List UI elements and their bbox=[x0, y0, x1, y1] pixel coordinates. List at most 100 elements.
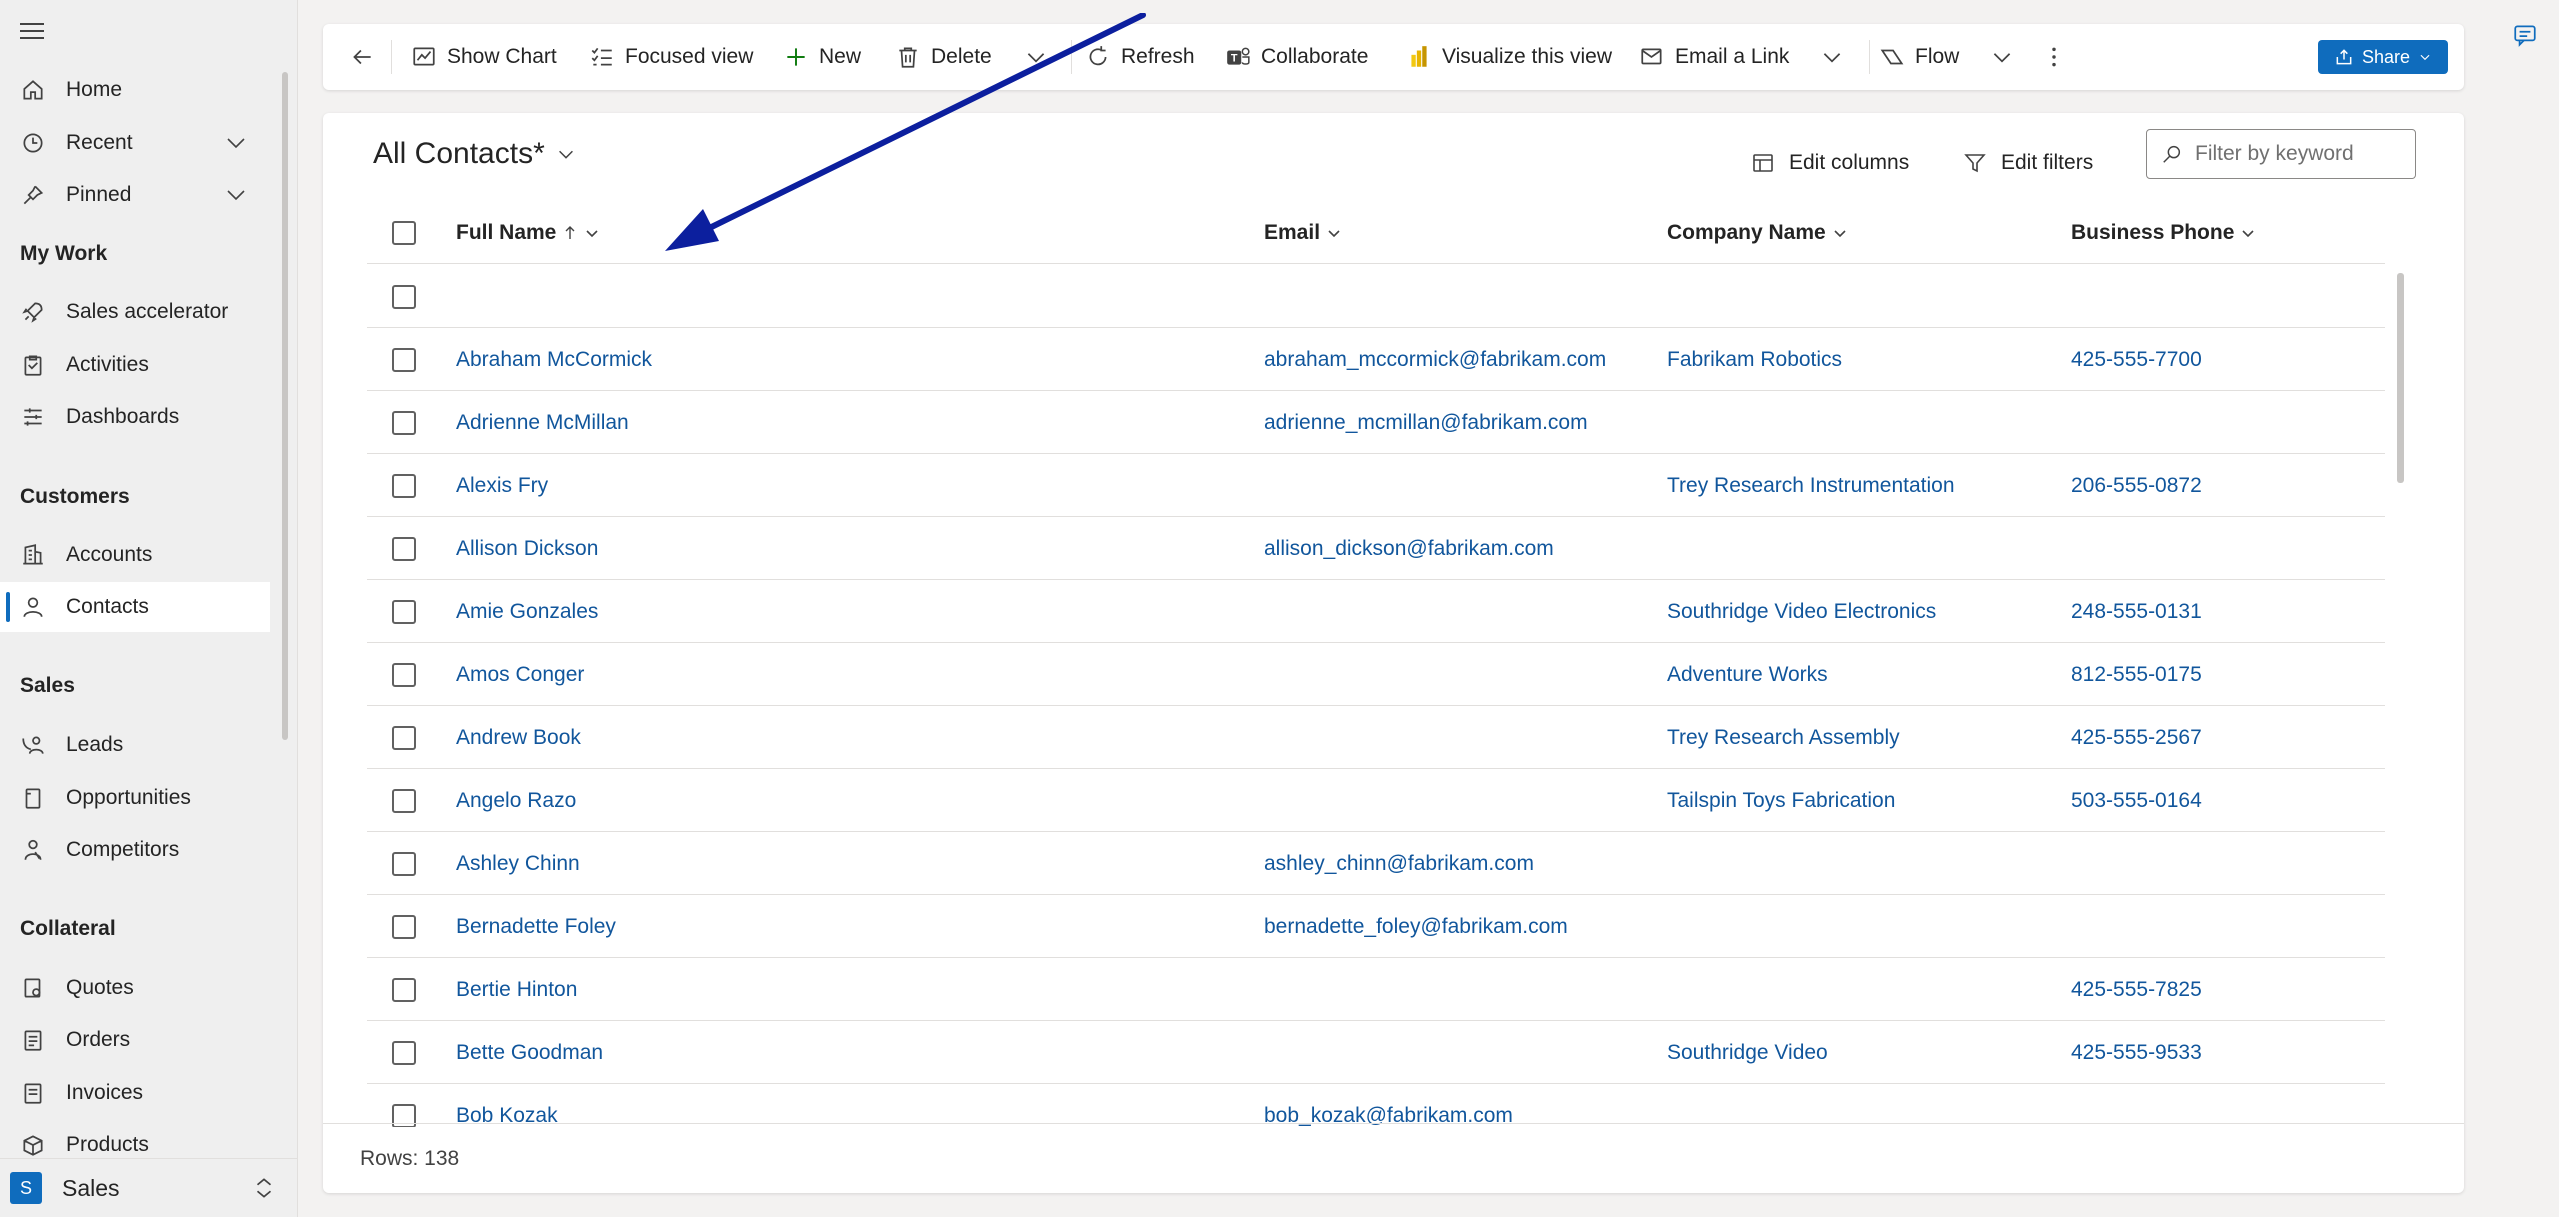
table-row[interactable]: Adrienne McMillan adrienne_mcmillan@fabri… bbox=[367, 391, 2385, 454]
delete-button[interactable]: Delete bbox=[895, 24, 992, 90]
table-row[interactable]: Bernadette Foley bernadette_foley@fabrika… bbox=[367, 895, 2385, 958]
search-input[interactable] bbox=[2195, 142, 2395, 166]
select-all-checkbox[interactable] bbox=[392, 221, 416, 245]
column-header-full-name[interactable]: Full Name bbox=[456, 201, 600, 264]
grid-scrollbar[interactable] bbox=[2397, 273, 2404, 483]
cell-phone[interactable]: 248-555-0131 bbox=[2071, 580, 2202, 643]
cell-company[interactable]: Southridge Video Electronics bbox=[1667, 580, 1936, 643]
cell-full-name[interactable]: Angelo Razo bbox=[456, 769, 576, 832]
cell-full-name[interactable]: Amie Gonzales bbox=[456, 580, 598, 643]
collaborate-button[interactable]: T Collaborate bbox=[1225, 24, 1368, 90]
cell-email[interactable]: abraham_mccormick@fabrikam.com bbox=[1264, 328, 1606, 391]
row-checkbox[interactable] bbox=[392, 789, 416, 813]
hamburger-menu-icon[interactable] bbox=[20, 18, 44, 42]
focused-view-button[interactable]: Focused view bbox=[589, 24, 753, 90]
cell-phone[interactable]: 425-555-2567 bbox=[2071, 706, 2202, 769]
cell-email[interactable]: ashley_chinn@fabrikam.com bbox=[1264, 832, 1534, 895]
cell-full-name[interactable]: Allison Dickson bbox=[456, 517, 598, 580]
row-checkbox[interactable] bbox=[392, 915, 416, 939]
table-row[interactable]: Alexis Fry Trey Research Instrumentation 2… bbox=[367, 454, 2385, 517]
cell-full-name[interactable]: Bette Goodman bbox=[456, 1021, 603, 1084]
row-checkbox[interactable] bbox=[392, 348, 416, 372]
back-button[interactable] bbox=[349, 24, 375, 90]
cell-full-name[interactable]: Ashley Chinn bbox=[456, 832, 580, 895]
cell-email[interactable]: bob_kozak@fabrikam.com bbox=[1264, 1084, 1513, 1127]
table-row[interactable]: Ashley Chinn ashley_chinn@fabrikam.com bbox=[367, 832, 2385, 895]
refresh-button[interactable]: Refresh bbox=[1085, 24, 1195, 90]
cell-full-name[interactable]: Alexis Fry bbox=[456, 454, 548, 517]
cell-email[interactable]: adrienne_mcmillan@fabrikam.com bbox=[1264, 391, 1588, 454]
table-row[interactable]: Allison Dickson allison_dickson@fabrikam.… bbox=[367, 517, 2385, 580]
sidebar-item-invoices[interactable]: Invoices bbox=[0, 1068, 270, 1118]
table-row[interactable]: Angelo Razo Tailspin Toys Fabrication 503-… bbox=[367, 769, 2385, 832]
sidebar-item-recent[interactable]: Recent bbox=[0, 118, 270, 168]
cell-company[interactable]: Trey Research Instrumentation bbox=[1667, 454, 1955, 517]
cell-email[interactable]: allison_dickson@fabrikam.com bbox=[1264, 517, 1554, 580]
email-link-button[interactable]: Email a Link bbox=[1639, 24, 1789, 90]
sidebar-item-leads[interactable]: Leads bbox=[0, 720, 270, 770]
show-chart-button[interactable]: Show Chart bbox=[411, 24, 557, 90]
table-row[interactable]: Bertie Hinton 425-555-7825 bbox=[367, 958, 2385, 1021]
chevron-down-icon[interactable] bbox=[224, 183, 248, 207]
cell-phone[interactable]: 812-555-0175 bbox=[2071, 643, 2202, 706]
visualize-view-button[interactable]: Visualize this view bbox=[1406, 24, 1612, 90]
share-button[interactable]: Share bbox=[2318, 40, 2448, 74]
sidebar-item-contacts[interactable]: Contacts bbox=[0, 582, 270, 632]
table-row[interactable]: Bob Kozak bob_kozak@fabrikam.com bbox=[367, 1084, 2385, 1127]
sidebar-item-accounts[interactable]: Accounts bbox=[0, 530, 270, 580]
sidebar-item-sales-accelerator[interactable]: Sales accelerator bbox=[0, 287, 270, 337]
table-row[interactable] bbox=[367, 265, 2385, 328]
column-header-email[interactable]: Email bbox=[1264, 201, 1342, 264]
row-checkbox[interactable] bbox=[392, 978, 416, 1002]
edit-filters-button[interactable]: Edit filters bbox=[1963, 143, 2093, 183]
row-checkbox[interactable] bbox=[392, 852, 416, 876]
column-header-business-phone[interactable]: Business Phone bbox=[2071, 201, 2256, 264]
cell-full-name[interactable]: Adrienne McMillan bbox=[456, 391, 629, 454]
cell-full-name[interactable]: Bob Kozak bbox=[456, 1084, 558, 1127]
new-button[interactable]: New bbox=[783, 24, 861, 90]
flow-button[interactable]: Flow bbox=[1879, 24, 1959, 90]
table-row[interactable]: Amie Gonzales Southridge Video Electronic… bbox=[367, 580, 2385, 643]
row-checkbox[interactable] bbox=[392, 600, 416, 624]
cell-phone[interactable]: 425-555-7700 bbox=[2071, 328, 2202, 391]
sidebar-item-home[interactable]: Home bbox=[0, 65, 270, 115]
sidebar-item-quotes[interactable]: Quotes bbox=[0, 963, 270, 1013]
flow-chevron[interactable] bbox=[1989, 24, 2015, 90]
view-selector[interactable]: All Contacts* bbox=[373, 137, 577, 171]
sidebar-item-dashboards[interactable]: Dashboards bbox=[0, 392, 270, 442]
sidebar-item-competitors[interactable]: Competitors bbox=[0, 825, 270, 875]
cell-phone[interactable]: 425-555-9533 bbox=[2071, 1021, 2202, 1084]
row-checkbox[interactable] bbox=[392, 474, 416, 498]
cell-full-name[interactable]: Amos Conger bbox=[456, 643, 584, 706]
sidebar-scrollbar[interactable] bbox=[282, 72, 288, 740]
area-switcher[interactable]: S Sales bbox=[0, 1158, 297, 1217]
cell-company[interactable]: Trey Research Assembly bbox=[1667, 706, 1900, 769]
keyword-filter-box[interactable] bbox=[2146, 129, 2416, 179]
column-header-company-name[interactable]: Company Name bbox=[1667, 201, 1848, 264]
cell-phone[interactable]: 425-555-7825 bbox=[2071, 958, 2202, 1021]
cell-company[interactable]: Fabrikam Robotics bbox=[1667, 328, 1842, 391]
sidebar-item-pinned[interactable]: Pinned bbox=[0, 170, 270, 220]
cell-company[interactable]: Southridge Video bbox=[1667, 1021, 1828, 1084]
cell-full-name[interactable]: Bernadette Foley bbox=[456, 895, 616, 958]
cell-phone[interactable]: 503-555-0164 bbox=[2071, 769, 2202, 832]
more-options-button[interactable] bbox=[2041, 24, 2067, 90]
cell-email[interactable]: bernadette_foley@fabrikam.com bbox=[1264, 895, 1568, 958]
table-row[interactable]: Abraham McCormick abraham_mccormick@fabri… bbox=[367, 328, 2385, 391]
row-checkbox[interactable] bbox=[392, 411, 416, 435]
cell-full-name[interactable]: Abraham McCormick bbox=[456, 328, 652, 391]
cell-company[interactable]: Tailspin Toys Fabrication bbox=[1667, 769, 1895, 832]
row-checkbox[interactable] bbox=[392, 726, 416, 750]
table-row[interactable]: Bette Goodman Southridge Video 425-555-953… bbox=[367, 1021, 2385, 1084]
row-checkbox[interactable] bbox=[392, 537, 416, 561]
cell-full-name[interactable]: Bertie Hinton bbox=[456, 958, 577, 1021]
email-link-chevron[interactable] bbox=[1819, 24, 1845, 90]
sidebar-item-orders[interactable]: Orders bbox=[0, 1015, 270, 1065]
table-row[interactable]: Amos Conger Adventure Works 812-555-0175 bbox=[367, 643, 2385, 706]
row-checkbox[interactable] bbox=[392, 285, 416, 309]
table-row[interactable]: Andrew Book Trey Research Assembly 425-555… bbox=[367, 706, 2385, 769]
chat-icon[interactable] bbox=[2512, 22, 2538, 48]
cell-company[interactable]: Adventure Works bbox=[1667, 643, 1828, 706]
cell-phone[interactable]: 206-555-0872 bbox=[2071, 454, 2202, 517]
sidebar-item-activities[interactable]: Activities bbox=[0, 340, 270, 390]
